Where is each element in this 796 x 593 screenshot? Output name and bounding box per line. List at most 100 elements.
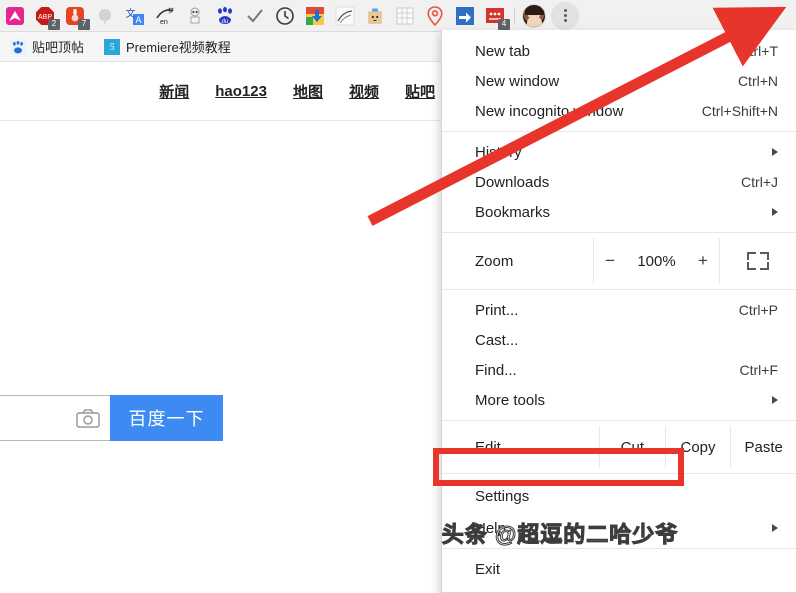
toolbar-divider xyxy=(514,6,515,25)
bookmark-label: Premiere视频教程 xyxy=(126,40,231,55)
menu-item-downloads[interactable]: Downloads Ctrl+J xyxy=(442,167,796,197)
menu-item-more-tools[interactable]: More tools xyxy=(442,385,796,415)
menu-item-label: Cast... xyxy=(475,331,519,349)
svg-text:Ƽ: Ƽ xyxy=(110,42,115,53)
menu-zoom-row: Zoom − 100% + xyxy=(442,238,796,284)
menu-item-label: Help xyxy=(475,519,506,537)
nav-link-map[interactable]: 地图 xyxy=(293,81,323,102)
menu-item-history[interactable]: History xyxy=(442,137,796,167)
baidu-search-button[interactable]: 百度一下 xyxy=(110,395,223,441)
menu-item-label: Settings xyxy=(475,487,530,505)
edit-cut-button[interactable]: Cut xyxy=(599,426,665,468)
nav-link-tieba[interactable]: 贴吧 xyxy=(405,81,435,102)
menu-item-bookmarks[interactable]: Bookmarks xyxy=(442,197,796,227)
menu-item-print[interactable]: Print... Ctrl+P xyxy=(442,295,796,325)
zoom-in-button[interactable]: + xyxy=(698,251,708,271)
red-square-extension-icon[interactable]: 7 xyxy=(61,2,90,30)
robot-extension-icon[interactable] xyxy=(181,2,209,30)
zoom-label: Zoom xyxy=(475,252,514,270)
blue-arrow-icon[interactable] xyxy=(451,2,479,30)
menu-item-label: More tools xyxy=(475,391,546,409)
browser-toolbar: ABP 2 7 A文 en 梦 du 4 xyxy=(0,0,796,32)
menu-separator xyxy=(442,131,796,132)
nav-link-video[interactable]: 视频 xyxy=(349,81,379,102)
gray-circle-extension-icon[interactable] xyxy=(91,2,119,30)
menu-item-new-tab[interactable]: New tab Ctrl+T xyxy=(442,36,796,66)
chevron-right-icon xyxy=(772,524,778,532)
menu-item-label: New window xyxy=(475,72,560,90)
chrome-menu-panel: New tab Ctrl+T New window Ctrl+N New inc… xyxy=(441,30,796,593)
menu-edit-row: Edit Cut Copy Paste xyxy=(442,426,796,468)
svg-text:en: en xyxy=(160,19,168,26)
menu-item-label: New tab xyxy=(475,42,531,60)
chrome-menu-button[interactable] xyxy=(551,1,579,30)
location-pin-icon[interactable] xyxy=(421,2,449,30)
bookmark-item[interactable]: Ƽ Premiere视频教程 xyxy=(104,37,231,56)
premiere-favicon: Ƽ xyxy=(104,38,121,55)
edit-copy-button[interactable]: Copy xyxy=(664,426,731,468)
translate-icon[interactable]: A文 xyxy=(121,2,149,30)
extension-badge: 2 xyxy=(48,18,60,30)
red-text-extension-icon[interactable]: 4 xyxy=(481,2,510,30)
menu-item-cast[interactable]: Cast... xyxy=(442,325,796,355)
menu-item-help[interactable]: Help xyxy=(442,513,796,543)
menu-item-exit[interactable]: Exit xyxy=(442,554,796,584)
menu-item-label: Bookmarks xyxy=(475,203,551,221)
baidu-nav: 新闻 hao123 地图 视频 贴吧 xyxy=(0,62,441,120)
fullscreen-icon xyxy=(747,252,769,270)
adblock-plus-icon[interactable]: ABP 2 xyxy=(31,2,60,30)
extension-badge: 4 xyxy=(498,18,510,30)
baidu-paw-icon[interactable]: du xyxy=(211,2,239,30)
en-script-icon[interactable]: en 梦 xyxy=(151,2,179,30)
menu-item-label: Exit xyxy=(475,560,501,578)
menu-item-label: Find... xyxy=(475,361,517,379)
menu-dot xyxy=(563,9,567,12)
menu-dot xyxy=(563,14,567,17)
menu-item-label: New incognito window xyxy=(475,102,624,120)
menu-item-accel: Ctrl+P xyxy=(738,302,778,318)
menu-item-accel: Ctrl+J xyxy=(741,174,778,190)
chevron-right-icon xyxy=(772,396,778,404)
chevron-right-icon xyxy=(772,208,778,216)
menu-item-settings[interactable]: Settings xyxy=(442,479,796,513)
box-face-extension-icon[interactable] xyxy=(361,2,389,30)
menu-separator xyxy=(442,473,796,474)
search-input[interactable] xyxy=(0,395,110,441)
menu-item-label: Downloads xyxy=(475,173,550,191)
bookmark-label: 贴吧顶帖 xyxy=(32,40,85,55)
menu-separator xyxy=(442,232,796,233)
chevron-up-extension-icon[interactable] xyxy=(1,2,29,30)
menu-separator xyxy=(442,420,796,421)
extension-badge: 7 xyxy=(78,18,90,30)
fullscreen-button[interactable] xyxy=(720,238,796,284)
camera-icon[interactable] xyxy=(76,408,100,428)
svg-text:du: du xyxy=(222,19,229,25)
menu-item-accel: Ctrl+N xyxy=(737,73,778,89)
nav-divider xyxy=(0,120,441,121)
baidu-search-row: 百度一下 xyxy=(0,395,223,441)
menu-item-new-window[interactable]: New window Ctrl+N xyxy=(442,66,796,96)
menu-item-accel: Ctrl+F xyxy=(739,362,779,378)
clock-icon[interactable] xyxy=(271,2,299,30)
zoom-controls: − 100% + xyxy=(593,238,720,284)
edit-label: Edit xyxy=(475,438,501,456)
menu-item-accel: Ctrl+T xyxy=(739,43,779,59)
menu-item-label: History xyxy=(475,143,522,161)
sketch-extension-icon[interactable] xyxy=(331,2,359,30)
edit-paste-button[interactable]: Paste xyxy=(730,426,796,468)
zoom-value: 100% xyxy=(637,252,676,270)
menu-dot xyxy=(563,19,567,22)
menu-separator xyxy=(442,289,796,290)
nav-link-news[interactable]: 新闻 xyxy=(159,81,189,102)
avatar[interactable] xyxy=(522,3,546,28)
bookmark-item[interactable]: 贴吧顶帖 xyxy=(10,37,84,56)
nav-link-hao123[interactable]: hao123 xyxy=(215,83,267,100)
checkmark-icon[interactable] xyxy=(241,2,269,30)
download-chrome-icon[interactable] xyxy=(301,2,329,30)
menu-item-new-incognito-window[interactable]: New incognito window Ctrl+Shift+N xyxy=(442,96,796,126)
zoom-out-button[interactable]: − xyxy=(605,251,615,271)
grid-extension-icon[interactable] xyxy=(391,2,419,30)
menu-bottom-pad xyxy=(442,584,796,592)
svg-text:文: 文 xyxy=(126,7,136,20)
menu-item-find[interactable]: Find... Ctrl+F xyxy=(442,355,796,385)
